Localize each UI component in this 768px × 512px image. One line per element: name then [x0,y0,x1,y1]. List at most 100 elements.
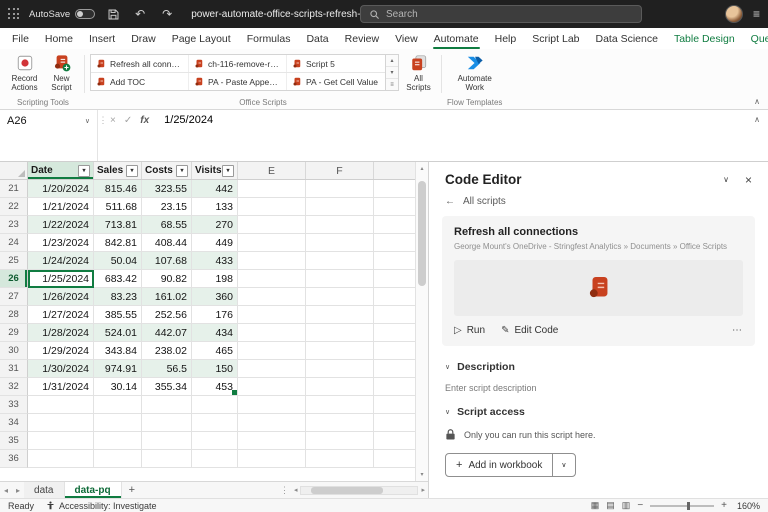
description-chevron-icon[interactable]: ∨ [445,363,450,371]
script-gallery-item[interactable]: ch-116-remove-rows-a... [189,55,287,72]
cell-date-35[interactable] [28,432,94,450]
cell-costs-24[interactable]: 408.44 [142,234,192,252]
cell-costs-34[interactable] [142,414,192,432]
row-header-31[interactable]: 31 [0,360,28,378]
cell-date-26[interactable]: 1/25/2024 [28,270,94,288]
name-box-chevron-down-icon[interactable]: ∨ [85,117,90,125]
cell-visits-31[interactable]: 150 [192,360,238,378]
row-header-23[interactable]: 23 [0,216,28,234]
cell-f-29[interactable] [306,324,374,342]
app-launcher-icon[interactable] [8,8,20,20]
cell-e-35[interactable] [238,432,306,450]
cell-e-31[interactable] [238,360,306,378]
add-in-workbook-button[interactable]: + Add in workbook ∨ [445,453,576,477]
scroll-up-icon[interactable]: ▴ [420,162,423,175]
filter-icon[interactable]: ▾ [176,165,188,177]
script-gallery-item[interactable]: PA - Get Cell Value [287,73,385,90]
cell-e-32[interactable] [238,378,306,396]
description-placeholder[interactable]: Enter script description [445,383,752,393]
cell-sales-29[interactable]: 524.01 [94,324,142,342]
save-icon[interactable] [104,5,122,23]
cell-date-33[interactable] [28,396,94,414]
cell-f-23[interactable] [306,216,374,234]
cell-costs-25[interactable]: 107.68 [142,252,192,270]
pane-close-icon[interactable]: × [745,173,752,187]
cell-f-24[interactable] [306,234,374,252]
autosave-toggle[interactable] [75,9,95,19]
script-gallery-item[interactable]: PA - Paste Append Dat... [189,73,287,90]
insert-function-icon[interactable]: fx [140,115,149,126]
cell-costs-30[interactable]: 238.02 [142,342,192,360]
cell-visits-21[interactable]: 442 [192,180,238,198]
cell-e-28[interactable] [238,306,306,324]
sheet-tab-data[interactable]: data [24,482,64,498]
new-script-button[interactable]: New Script [44,52,79,94]
cell-date-23[interactable]: 1/22/2024 [28,216,94,234]
ribbon-tab-data[interactable]: Data [298,28,336,49]
cell-costs-33[interactable] [142,396,192,414]
ribbon-tab-draw[interactable]: Draw [123,28,164,49]
row-header-36[interactable]: 36 [0,450,28,468]
cell-visits-32[interactable]: 453 [192,378,238,396]
all-scripts-button[interactable]: All Scripts [401,52,436,94]
cell-visits-27[interactable]: 360 [192,288,238,306]
select-all-corner[interactable] [0,162,28,179]
cell-costs-31[interactable]: 56.5 [142,360,192,378]
cell-e-33[interactable] [238,396,306,414]
cell-e-34[interactable] [238,414,306,432]
menu-icon[interactable]: ≡ [753,7,760,21]
cell-visits-30[interactable]: 465 [192,342,238,360]
name-box[interactable]: A26 ∨ [0,112,97,130]
all-scripts-back-link[interactable]: ← All scripts [429,191,768,209]
column-header-e[interactable]: E [238,162,306,179]
row-header-27[interactable]: 27 [0,288,28,306]
hscroll-right-icon[interactable]: ▸ [421,486,425,494]
cell-f-25[interactable] [306,252,374,270]
column-header-sales[interactable]: Sales▾ [94,162,142,179]
row-header-33[interactable]: 33 [0,396,28,414]
horizontal-scroll-thumb[interactable] [311,487,383,494]
sheet-nav-right-icon[interactable]: ▸ [12,486,24,495]
cell-sales-34[interactable] [94,414,142,432]
row-header-29[interactable]: 29 [0,324,28,342]
add-in-workbook-chevron-icon[interactable]: ∨ [552,454,574,476]
cell-f-21[interactable] [306,180,374,198]
cell-f-33[interactable] [306,396,374,414]
column-header-date[interactable]: Date▾ [28,162,94,179]
ribbon-tab-file[interactable]: File [4,28,37,49]
filter-icon[interactable]: ▾ [126,165,138,177]
cell-date-31[interactable]: 1/30/2024 [28,360,94,378]
row-header-32[interactable]: 32 [0,378,28,396]
gallery-down-icon[interactable]: ▾ [386,67,398,79]
cell-date-29[interactable]: 1/28/2024 [28,324,94,342]
cell-e-36[interactable] [238,450,306,468]
cell-costs-28[interactable]: 252.56 [142,306,192,324]
cell-f-32[interactable] [306,378,374,396]
cell-f-28[interactable] [306,306,374,324]
page-layout-view-icon[interactable]: ▤ [606,500,615,511]
ribbon-tab-view[interactable]: View [387,28,426,49]
cell-date-32[interactable]: 1/31/2024 [28,378,94,396]
cell-f-27[interactable] [306,288,374,306]
cell-f-26[interactable] [306,270,374,288]
formula-input[interactable]: 1/25/2024 [155,110,746,161]
scroll-down-icon[interactable]: ▾ [420,468,423,481]
gallery-up-icon[interactable]: ▴ [386,55,398,67]
add-sheet-icon[interactable]: + [122,484,142,496]
hscroll-left-icon[interactable]: ◂ [294,486,298,494]
cell-costs-26[interactable]: 90.82 [142,270,192,288]
ribbon-tab-home[interactable]: Home [37,28,81,49]
edit-code-button[interactable]: ✎ Edit Code [501,325,558,336]
cancel-icon[interactable]: × [110,115,116,126]
cell-costs-23[interactable]: 68.55 [142,216,192,234]
zoom-out-icon[interactable]: − [637,500,643,511]
row-header-24[interactable]: 24 [0,234,28,252]
cell-visits-36[interactable] [192,450,238,468]
automate-work-button[interactable]: Automate Work [457,52,492,94]
script-gallery-item[interactable]: Refresh all connections [91,55,189,72]
avatar[interactable] [725,5,743,23]
search-input[interactable]: Search [360,5,642,23]
cell-sales-33[interactable] [94,396,142,414]
vertical-scroll-thumb[interactable] [418,181,426,286]
record-actions-button[interactable]: Record Actions [7,52,42,94]
